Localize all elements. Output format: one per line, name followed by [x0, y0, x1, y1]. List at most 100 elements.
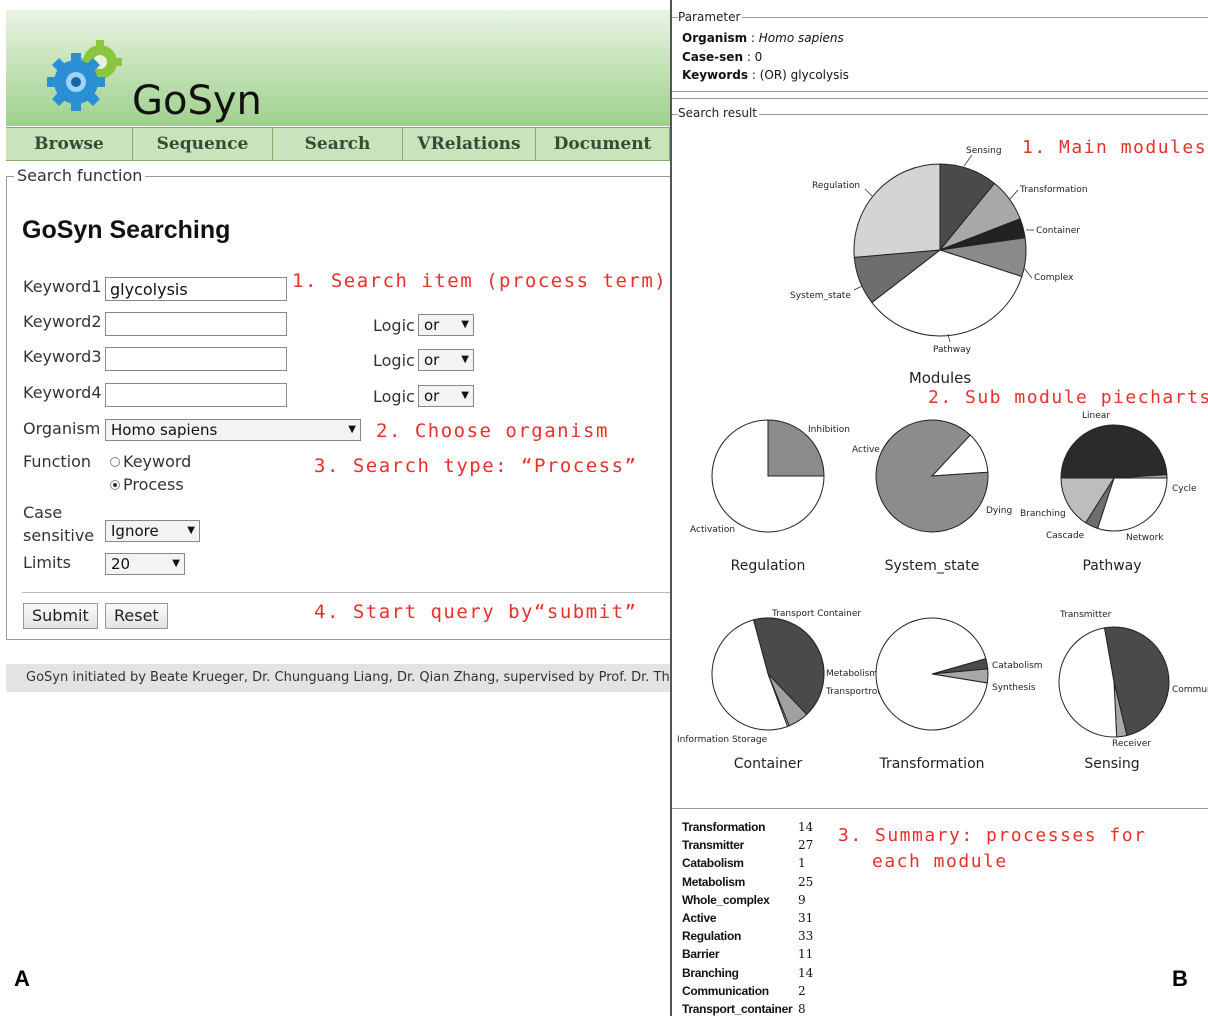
pie-label: Regulation: [812, 181, 860, 191]
logic3-label: Logic: [373, 351, 415, 370]
summary-row: Communication 2: [682, 984, 813, 1002]
nav-document[interactable]: Document: [536, 128, 670, 160]
pie-label: Receiver: [1112, 739, 1151, 749]
panel-a: GoSyn Browse Sequence Search VRelations …: [0, 0, 670, 1016]
sub-module-pie-charts: Inhibition Activation Dying Active Linear Cyc…: [677, 411, 1208, 749]
pie-label: System_state: [790, 291, 851, 301]
summary-row: Catabolism 1: [682, 856, 813, 874]
keyword3-label: Keyword3: [23, 347, 102, 366]
limits-select[interactable]: 20 ▼: [105, 553, 185, 575]
annotation-organism: 2. Choose organism: [376, 420, 609, 442]
pie-label: Complex: [1034, 273, 1074, 283]
pie-leader-line: [1023, 267, 1033, 279]
logic4-select[interactable]: or ▼: [418, 385, 474, 407]
chart-title-regulation: Regulation: [730, 558, 806, 574]
radio-process-label: Process: [123, 475, 184, 494]
param-keywords: Keywords : (OR) glycolysis: [682, 68, 849, 82]
pie-label: Pathway: [933, 345, 972, 355]
main-nav: Browse Sequence Search VRelations Docume…: [6, 127, 670, 161]
chevron-down-icon: ▼: [348, 424, 356, 435]
panel-letter-b: B: [1172, 966, 1188, 991]
parameter-rule: [672, 17, 1208, 18]
organism-value: Homo sapiens: [111, 421, 218, 439]
chevron-down-icon: ▼: [461, 390, 469, 401]
chart-title-sensing: Sensing: [1084, 756, 1140, 772]
param-organism-value: Homo sapiens: [758, 31, 844, 45]
annotation-sub-modules: 2. Sub module piecharts: [928, 387, 1208, 408]
pie-label: Communication: [1172, 685, 1208, 695]
result-legend: Search result: [678, 106, 759, 120]
summary-name: Barrier: [682, 947, 720, 962]
param-keywords-value: (OR) glycolysis: [759, 68, 849, 82]
submit-button[interactable]: Submit: [23, 603, 98, 629]
pie-leader-line: [1008, 189, 1019, 201]
page-title: GoSyn Searching: [22, 216, 231, 244]
parameter-legend: Parameter: [678, 10, 743, 24]
pie-slice-linear: [1060, 424, 1168, 479]
main-modules-pie-chart: Sensing Transformation Container Complex Pat…: [790, 146, 1088, 355]
keyword4-input[interactable]: [105, 383, 287, 407]
param-case-label: Case-sen: [682, 50, 743, 64]
summary-row: Transport_container 8: [682, 1002, 813, 1020]
fieldset-legend: Search function: [14, 166, 146, 185]
logic2-select[interactable]: or ▼: [418, 314, 474, 336]
pie-label: Cascade: [1046, 531, 1085, 541]
summary-name: Branching: [682, 965, 739, 980]
app-title: GoSyn: [132, 78, 262, 124]
param-organism-label: Organism: [682, 31, 748, 45]
summary-value: 31: [798, 910, 814, 925]
radio-process[interactable]: Process: [110, 475, 184, 494]
case-select[interactable]: Ignore ▼: [105, 520, 200, 542]
divider: [672, 98, 1208, 99]
summary-name: Regulation: [682, 929, 741, 944]
organism-select[interactable]: Homo sapiens ▼: [105, 419, 361, 441]
param-case-value: 0: [754, 50, 763, 64]
panel-letter-a: A: [14, 966, 30, 991]
param-organism: Organism : Homo sapiens: [682, 31, 844, 45]
pie-label: Inhibition: [808, 425, 850, 435]
summary-row: Regulation 33: [682, 929, 813, 947]
pie-label: Activation: [690, 525, 735, 535]
nav-vrelations[interactable]: VRelations: [403, 128, 536, 160]
pie-label: Network: [1126, 533, 1164, 543]
keyword4-label: Keyword4: [23, 383, 102, 402]
summary-name: Communication: [682, 983, 769, 998]
reset-button[interactable]: Reset: [105, 603, 168, 629]
annotation-summary-line2: each module: [872, 851, 1008, 872]
pie-leader-line: [864, 188, 873, 197]
param-case: Case-sen : 0: [682, 50, 763, 64]
chevron-down-icon: ▼: [187, 525, 195, 536]
keyword2-input[interactable]: [105, 312, 287, 336]
pie-label: Active: [852, 445, 880, 455]
summary-name: Active: [682, 910, 717, 925]
keyword3-input[interactable]: [105, 347, 287, 371]
pie-label: Branching: [1020, 509, 1066, 519]
chevron-down-icon: ▼: [172, 558, 180, 569]
nav-search[interactable]: Search: [273, 128, 403, 160]
keyword1-input[interactable]: glycolysis: [105, 277, 287, 301]
chart-title-transformation: Transformation: [879, 756, 985, 772]
radio-keyword[interactable]: Keyword: [110, 452, 191, 471]
logic3-select[interactable]: or ▼: [418, 349, 474, 371]
nav-browse[interactable]: Browse: [6, 128, 133, 160]
radio-keyword-label: Keyword: [123, 452, 192, 471]
pie-label: Cycle: [1172, 484, 1197, 494]
gears-logo-icon: [47, 40, 122, 111]
nav-sequence[interactable]: Sequence: [133, 128, 273, 160]
logic4-value: or: [424, 387, 440, 405]
summary-value: 14: [798, 965, 814, 980]
pie-label: Synthesis: [992, 683, 1036, 693]
annotation-search-type: 3. Search type: “Process”: [314, 455, 638, 477]
pie-label: Information Storage: [677, 735, 768, 745]
pie-leader-line: [853, 285, 863, 291]
pie-leader-line: [963, 154, 973, 167]
case-label: Case: [23, 503, 63, 522]
annotation-summary: 3. Summary: processes for: [838, 825, 1147, 846]
summary-row: Active 31: [682, 911, 813, 929]
divider: [22, 592, 670, 593]
summary-value: 14: [798, 820, 814, 834]
pie-label: Dying: [986, 506, 1012, 516]
pie-label: Transport Container: [771, 609, 861, 619]
footer-credits: GoSyn initiated by Beate Krueger, Dr. Ch…: [6, 664, 670, 692]
summary-value: 27: [798, 838, 814, 853]
